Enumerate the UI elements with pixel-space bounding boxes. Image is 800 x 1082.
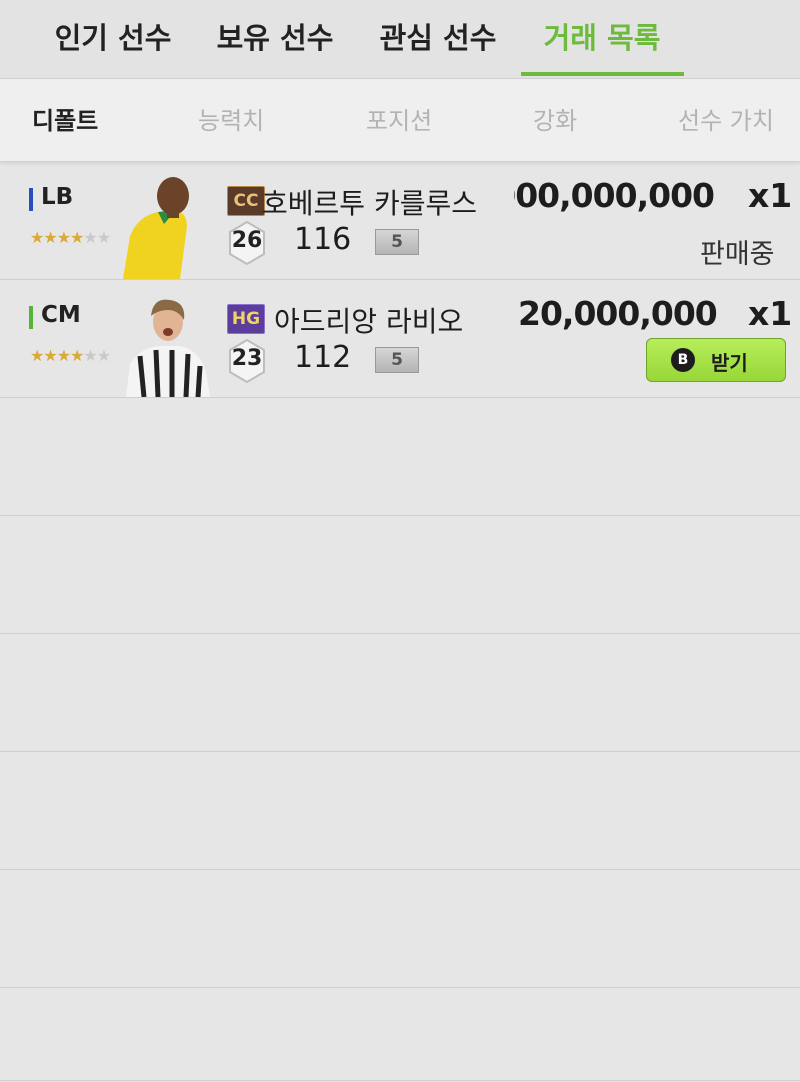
- enhancement-grade: 5: [375, 229, 419, 255]
- price-value: 150,000,000,000: [514, 176, 714, 215]
- b-icon: B: [671, 348, 695, 372]
- sort-default[interactable]: 디폴트: [32, 79, 98, 161]
- ability-value: 116: [294, 222, 352, 257]
- quantity: x1: [748, 294, 793, 333]
- empty-row: [0, 634, 800, 752]
- trade-row[interactable]: CM ★★★★★★ HG 아드리앙 라비오 23 112 5 20,000,00…: [0, 280, 800, 398]
- tab-watchlist-players[interactable]: 관심 선수: [363, 0, 513, 78]
- receive-button[interactable]: B 받기: [646, 338, 786, 382]
- player-name: 아드리앙 라비오: [274, 305, 464, 338]
- season-badge: HG: [227, 304, 265, 334]
- price-value: 20,000,000,00: [518, 294, 718, 333]
- ability-value: 112: [294, 340, 352, 375]
- player-photo: [123, 177, 189, 279]
- empty-row: [0, 398, 800, 516]
- empty-row: [0, 516, 800, 634]
- tab-popular-players[interactable]: 인기 선수: [38, 0, 188, 78]
- star-rating: ★★★★★★: [30, 346, 111, 365]
- sort-position[interactable]: 포지션: [366, 79, 432, 161]
- position-label: CM: [41, 302, 81, 328]
- ovr-value: 26: [231, 228, 263, 253]
- sort-player-value[interactable]: 선수 가치: [678, 79, 774, 161]
- ovr-value: 23: [231, 346, 263, 371]
- position-label: LB: [41, 184, 74, 210]
- player-name: 호베르투 카를루스: [262, 187, 477, 220]
- active-tab-indicator: [521, 72, 684, 76]
- position-color-bar: [29, 188, 33, 211]
- empty-row: [0, 988, 800, 1081]
- sort-ability[interactable]: 능력치: [198, 79, 264, 161]
- position-color-bar: [29, 306, 33, 329]
- trade-row[interactable]: LB ★★★★★★ CC 호베르투 카를루스 26 116 5 150,000,…: [0, 162, 800, 280]
- season-badge: CC: [227, 186, 265, 216]
- star-rating: ★★★★★★: [30, 228, 111, 247]
- status-label: 판매중: [700, 239, 775, 270]
- tab-trade-list[interactable]: 거래 목록: [527, 0, 677, 78]
- top-tab-bar: 인기 선수 보유 선수 관심 선수 거래 목록: [0, 0, 800, 79]
- receive-button-label: 받기: [711, 351, 748, 375]
- empty-row: [0, 870, 800, 988]
- quantity: x1: [748, 176, 793, 215]
- sort-enhancement[interactable]: 강화: [533, 79, 577, 161]
- sort-bar: 디폴트 능력치 포지션 강화 선수 가치: [0, 79, 800, 162]
- tab-owned-players[interactable]: 보유 선수: [200, 0, 350, 78]
- player-photo: [126, 299, 210, 397]
- empty-row: [0, 752, 800, 870]
- enhancement-grade: 5: [375, 347, 419, 373]
